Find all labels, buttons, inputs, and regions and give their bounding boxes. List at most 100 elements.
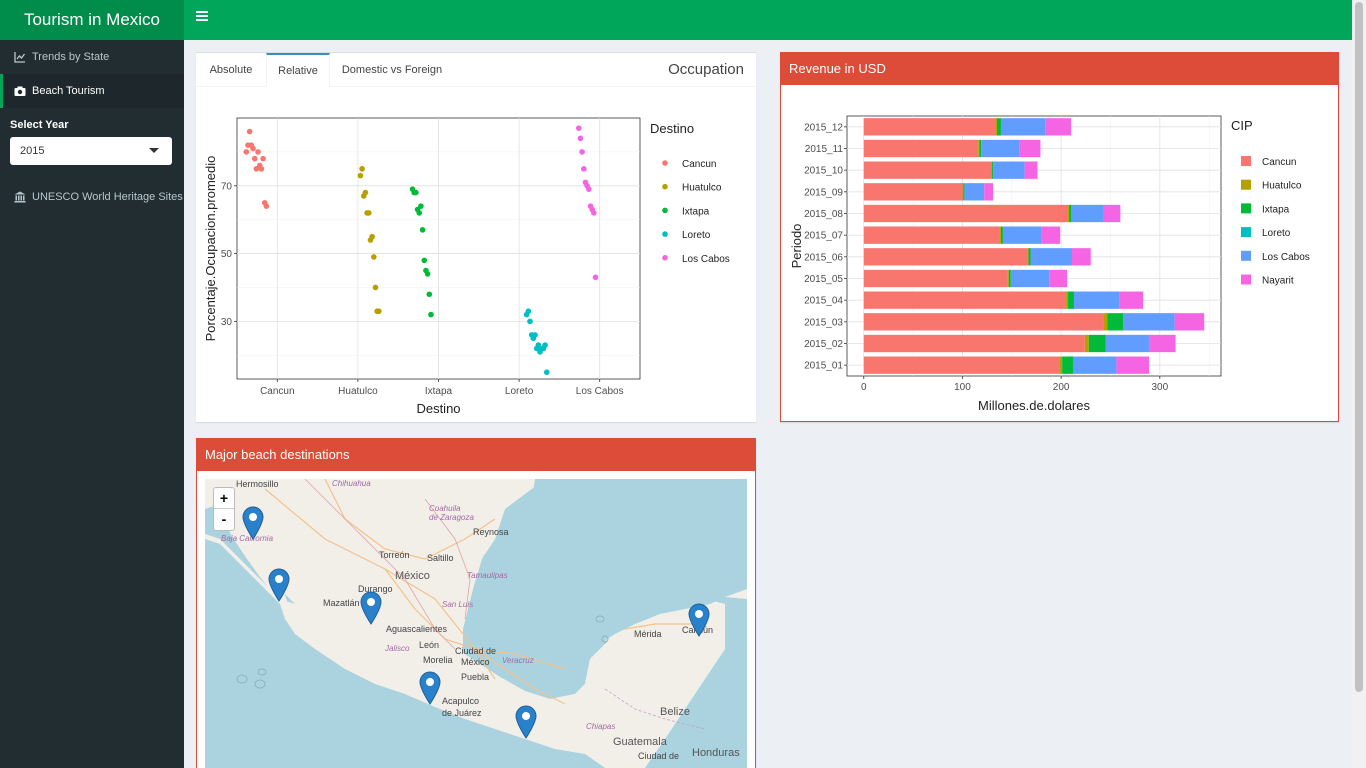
- zoom-out-button[interactable]: -: [214, 509, 234, 530]
- bar-segment: [1123, 313, 1175, 331]
- map-label-belize: Belize: [660, 706, 690, 718]
- bar-segment: [993, 161, 1025, 179]
- bar-segment: [1071, 248, 1091, 266]
- map-marker-icon[interactable]: [515, 705, 537, 739]
- legend-title: Destino: [650, 121, 694, 136]
- scatter-point: [251, 155, 258, 162]
- y-tick-label: 2015_03: [804, 317, 843, 328]
- bar-segment: [863, 226, 1000, 244]
- bar-segment: [981, 139, 1020, 158]
- bar-segment: [964, 183, 985, 201]
- scatter-point: [428, 311, 434, 318]
- x-tick-label: Ixtapa: [425, 386, 453, 397]
- map-label-mexico-city: México: [461, 657, 490, 667]
- legend-label: Loreto: [1262, 228, 1291, 239]
- bar-segment: [863, 139, 979, 158]
- sidebar-item-unesco[interactable]: UNESCO World Heritage Sites: [0, 180, 184, 214]
- bar-segment: [1066, 291, 1069, 309]
- y-tick-label: 2015_05: [804, 274, 843, 285]
- year-select[interactable]: 2015: [10, 137, 172, 165]
- legend-key: [1241, 203, 1251, 214]
- sidebar-item-beach-tourism[interactable]: Beach Tourism: [0, 74, 184, 108]
- legend-label: Nayarit: [1262, 276, 1294, 287]
- bar-segment: [1148, 334, 1176, 353]
- beach-destinations-map[interactable]: Hermosillo Chihuahua Coahuila de Zaragoz…: [205, 479, 747, 768]
- map-marker-icon[interactable]: [242, 506, 264, 540]
- scrollbar-thumb[interactable]: [1355, 2, 1363, 692]
- y-tick-label: 2015_09: [804, 187, 843, 198]
- occupation-scatter-chart: 30 50 70 Cancun Huatulco Ixtapa Loreto Los Cabo…: [203, 117, 730, 416]
- bar-segment: [1084, 334, 1089, 353]
- scatter-point: [532, 332, 538, 338]
- bar-segment: [1088, 334, 1106, 353]
- legend-label: Ixtapa: [682, 206, 710, 217]
- bar-segment: [1103, 313, 1108, 331]
- bar-segment: [1027, 248, 1029, 266]
- bar-segment: [1073, 291, 1120, 309]
- map-marker-icon[interactable]: [419, 671, 441, 705]
- sidebar-toggle-icon[interactable]: [196, 11, 208, 25]
- bar-segment: [863, 118, 997, 136]
- institution-icon: [14, 191, 26, 203]
- bar-segment: [996, 118, 1001, 136]
- scatter-point: [365, 210, 372, 216]
- legend-label: Los Cabos: [1262, 252, 1310, 263]
- revenue-box: Revenue in USD 0 100 200 300 2015_12 2015_11 2…: [780, 52, 1339, 422]
- map-label-leon: León: [419, 640, 440, 650]
- bar-segment: [1041, 226, 1061, 244]
- map-label-merida: Mérida: [634, 629, 662, 639]
- map-label-mexico: México: [395, 570, 430, 582]
- bar-segment: [962, 183, 964, 201]
- map-label-hermosillo: Hermosillo: [236, 479, 279, 489]
- x-tick-label: Los Cabos: [576, 386, 624, 397]
- bar-segment: [996, 118, 997, 136]
- page-scrollbar[interactable]: [1352, 0, 1366, 768]
- bar-segment: [1072, 356, 1117, 374]
- legend-key: [1241, 156, 1251, 166]
- chevron-down-icon: [149, 148, 159, 153]
- map-label-ciudad: Ciudad de: [455, 646, 497, 656]
- map-label-veracruz: Veracruz: [502, 656, 534, 665]
- scatter-point: [250, 145, 256, 152]
- x-tick-label: 200: [1053, 382, 1070, 393]
- map-marker-icon[interactable]: [688, 603, 710, 637]
- map-marker-icon[interactable]: [268, 568, 290, 602]
- bar-segment: [1069, 204, 1072, 223]
- bar-segment: [1024, 161, 1038, 179]
- legend-key: [662, 231, 668, 237]
- scatter-point: [357, 172, 364, 179]
- bar-segment: [1030, 248, 1072, 266]
- scatter-point: [424, 271, 431, 277]
- scatter-point: [543, 369, 550, 376]
- x-tick-label: 100: [954, 382, 971, 393]
- app-title[interactable]: Tourism in Mexico: [0, 0, 184, 40]
- map-label-torreon: Torreón: [379, 550, 410, 560]
- sidebar-item-trends-by-state[interactable]: Trends by State: [0, 40, 184, 74]
- bar-segment: [1059, 356, 1063, 374]
- select-year-label: Select Year: [10, 119, 69, 131]
- map-marker-icon[interactable]: [360, 591, 382, 625]
- occupation-tab-box: Absolute Relative Domestic vs Foreign Oc…: [196, 52, 756, 422]
- scatter-point: [258, 166, 265, 172]
- bar-segment: [1174, 313, 1205, 331]
- year-select-value: 2015: [20, 145, 45, 157]
- occupation-tabs: Absolute Relative Domestic vs Foreign Oc…: [196, 53, 756, 87]
- map-label-saltillo: Saltillo: [427, 553, 454, 563]
- map-label-coahuila: Coahuila de Zaragoza: [429, 504, 474, 522]
- scatter-point: [260, 155, 266, 162]
- scatter-point: [525, 308, 532, 315]
- map-label-reynosa: Reynosa: [473, 527, 509, 537]
- map-label-aguascalientes: Aguascalientes: [386, 624, 448, 634]
- bar-segment: [1019, 139, 1041, 158]
- scatter-point: [418, 203, 424, 209]
- legend-label: Loreto: [682, 230, 711, 241]
- tab-domestic-vs-foreign[interactable]: Domestic vs Foreign: [332, 53, 452, 87]
- x-tick-label: Loreto: [505, 386, 534, 397]
- tab-relative[interactable]: Relative: [266, 53, 330, 87]
- zoom-in-button[interactable]: +: [214, 488, 234, 509]
- tab-absolute[interactable]: Absolute: [196, 53, 266, 87]
- map-label-morelia: Morelia: [423, 655, 453, 665]
- scatter-point: [575, 125, 582, 131]
- bar-segment: [1062, 356, 1073, 374]
- y-tick-label: 2015_04: [804, 296, 843, 307]
